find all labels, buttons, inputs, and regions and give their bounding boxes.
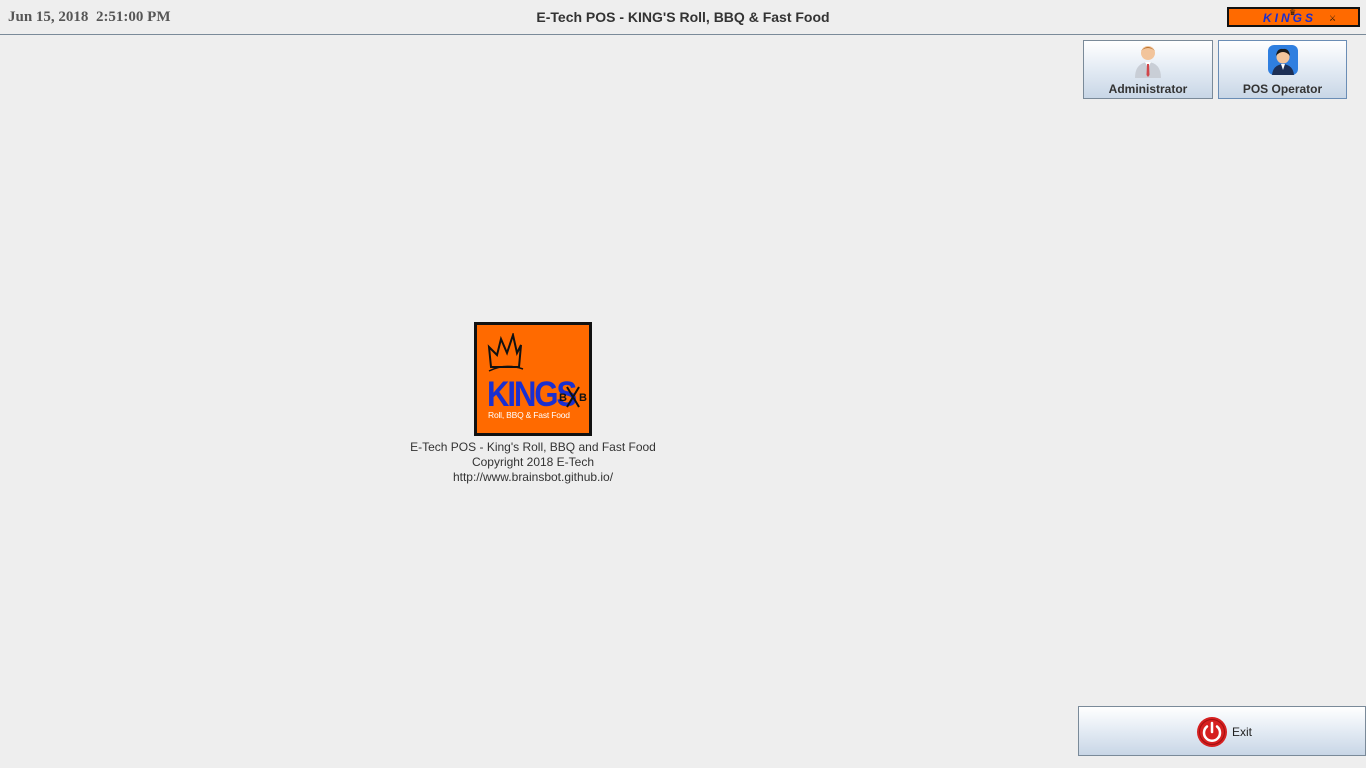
logo-mark-left: B bbox=[559, 392, 567, 404]
logo-mark-right: B bbox=[579, 392, 587, 404]
about-website: http://www.brainsbot.github.io/ bbox=[452, 470, 614, 484]
about-copyright: Copyright 2018 E-Tech bbox=[471, 455, 595, 469]
exit-button[interactable]: Exit bbox=[1078, 706, 1366, 756]
power-icon bbox=[1197, 717, 1227, 747]
header-brand-logo: ♛ KINGS ⚔ bbox=[1227, 7, 1360, 27]
header-brand-text: KINGS bbox=[1263, 11, 1317, 25]
administrator-button[interactable]: Administrator bbox=[1083, 40, 1213, 99]
utensils-icon: B B bbox=[559, 386, 587, 408]
title-bar: Jun 15, 2018 2:51:00 PM E-Tech POS - KIN… bbox=[0, 0, 1366, 35]
pos-operator-label: POS Operator bbox=[1242, 82, 1323, 96]
center-brand-logo: KINGS B B Roll, BBQ & Fast Food bbox=[474, 322, 592, 436]
pos-operator-avatar-icon bbox=[1267, 45, 1298, 75]
crown-icon bbox=[487, 333, 524, 372]
administrator-avatar-icon bbox=[1135, 46, 1161, 78]
about-product-name: E-Tech POS - King's Roll, BBQ and Fast F… bbox=[410, 440, 656, 454]
logo-tagline: Roll, BBQ & Fast Food bbox=[488, 410, 570, 420]
utensils-icon: ⚔ bbox=[1329, 14, 1337, 23]
pos-operator-button[interactable]: POS Operator bbox=[1218, 40, 1347, 99]
app-title: E-Tech POS - KING'S Roll, BBQ & Fast Foo… bbox=[536, 9, 830, 25]
exit-label: Exit bbox=[1232, 725, 1253, 739]
about-info: E-Tech POS - King's Roll, BBQ and Fast F… bbox=[378, 440, 688, 485]
administrator-label: Administrator bbox=[1108, 82, 1188, 96]
